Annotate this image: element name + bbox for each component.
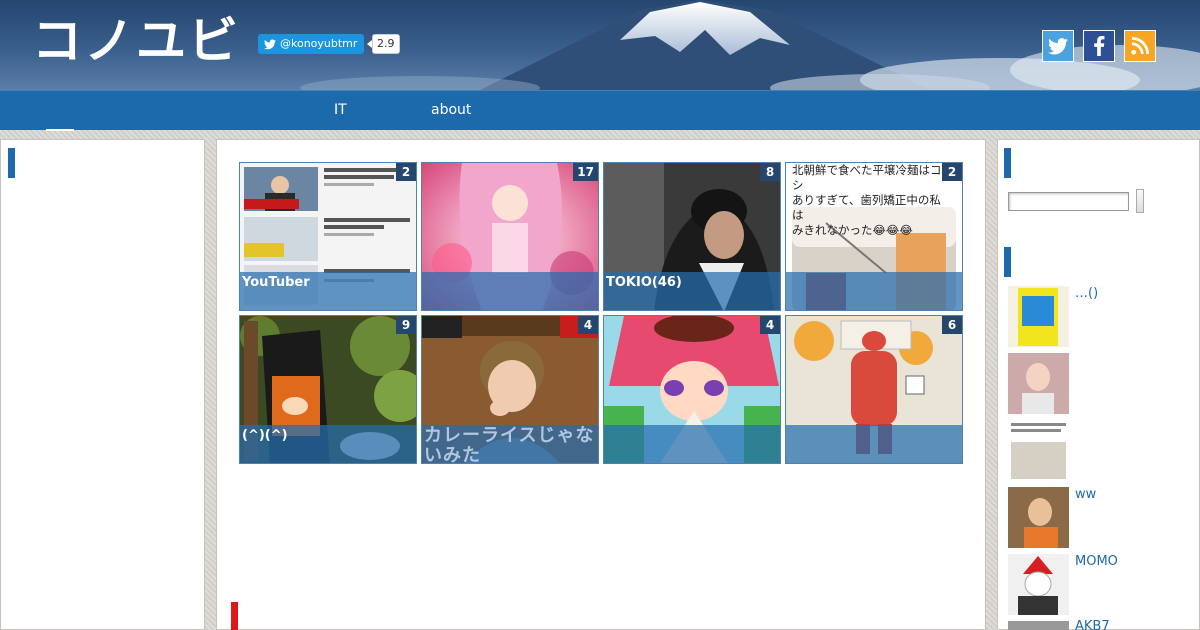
category-tile-tokio[interactable]: 8 TOKIO(46) [603, 162, 781, 311]
category-tile-hippo[interactable]: 6 [785, 315, 963, 464]
tile-label [422, 272, 598, 310]
tile-label: (^)(^) [240, 425, 416, 463]
tile-count-badge: 2 [396, 163, 416, 181]
tile-count-badge: 2 [942, 163, 962, 181]
search-input[interactable] [1008, 192, 1129, 211]
section-heading-marker [1004, 247, 1011, 277]
twitter-share-button[interactable] [1042, 30, 1074, 62]
sidebar-thumbnail[interactable] [1008, 554, 1069, 615]
sidebar-thumbnail[interactable] [1008, 420, 1069, 481]
facebook-icon [1094, 36, 1105, 56]
tile-label [786, 272, 962, 310]
rss-feed-button[interactable] [1124, 30, 1156, 62]
left-sidebar [0, 139, 205, 630]
category-tile-coffee[interactable]: 9 (^)(^) [239, 315, 417, 464]
thumb-image [1018, 288, 1058, 346]
thumb-image [1008, 420, 1069, 481]
tile-count-badge: 17 [573, 163, 598, 181]
twitter-follow-label: @konoyubtmr [280, 37, 358, 50]
sidebar-thumbnail[interactable] [1008, 487, 1069, 548]
nav-item-about[interactable]: about [431, 91, 471, 131]
thumb-image [1008, 487, 1069, 548]
tile-count-badge: 4 [578, 316, 598, 334]
category-tile-youtuber[interactable]: 2 YouTuber [239, 162, 417, 311]
section-heading-marker [8, 148, 15, 178]
twitter-bird-icon [264, 39, 276, 49]
tile-tweet-text: 北朝鮮で食べた平壌冷麺はコシ ありすぎて、歯列矯正中の私は みきれなかった😂😂😂 [792, 163, 942, 237]
category-tile-anime[interactable]: 17 [421, 162, 599, 311]
main-navigation: IT about [0, 90, 1200, 131]
rss-icon [1131, 37, 1149, 55]
section-heading-marker [1004, 148, 1011, 178]
nav-item-home[interactable] [40, 91, 80, 131]
sidebar-link[interactable]: …() [1075, 286, 1098, 301]
site-logo[interactable]: コノユビ [32, 12, 240, 70]
sidebar-link[interactable]: MOMO [1075, 554, 1118, 569]
category-tile-anime-2[interactable]: 4 [603, 315, 781, 464]
search-button[interactable] [1136, 189, 1144, 213]
category-tile-tv[interactable]: 4 カレーライスじゃないみた [421, 315, 599, 464]
sidebar-thumbnail[interactable] [1008, 286, 1069, 347]
tile-label: TOKIO(46) [604, 272, 780, 310]
nav-active-indicator [46, 129, 74, 131]
thumb-image [1008, 353, 1069, 414]
tile-label: カレーライスじゃないみた [422, 425, 598, 463]
twitter-follower-count: 2.9 [367, 34, 400, 54]
tile-label [786, 425, 962, 463]
tile-count-badge: 8 [760, 163, 780, 181]
site-header: コノユビ @konoyubtmr 2.9 [0, 0, 1200, 90]
twitter-icon [1048, 37, 1068, 54]
twitter-follow-button[interactable]: @konoyubtmr [258, 34, 365, 54]
tile-count-badge: 6 [942, 316, 962, 334]
nav-item-it[interactable]: IT [334, 91, 347, 131]
section-heading-marker [231, 602, 238, 630]
tile-label [604, 425, 780, 463]
facebook-share-button[interactable] [1083, 30, 1115, 62]
tile-label: YouTuber [240, 272, 416, 310]
sidebar-thumbnail[interactable] [1008, 621, 1069, 630]
sidebar-link[interactable]: AKB7 [1075, 620, 1110, 630]
sidebar-link[interactable]: ww [1075, 487, 1096, 502]
sidebar-thumbnail[interactable] [1008, 353, 1069, 414]
category-tile-tweet[interactable]: 北朝鮮で食べた平壌冷麺はコシ ありすぎて、歯列矯正中の私は みきれなかった😂😂😂… [785, 162, 963, 311]
tile-count-badge: 9 [396, 316, 416, 334]
tile-count-badge: 4 [760, 316, 780, 334]
thumb-image [1008, 554, 1069, 615]
